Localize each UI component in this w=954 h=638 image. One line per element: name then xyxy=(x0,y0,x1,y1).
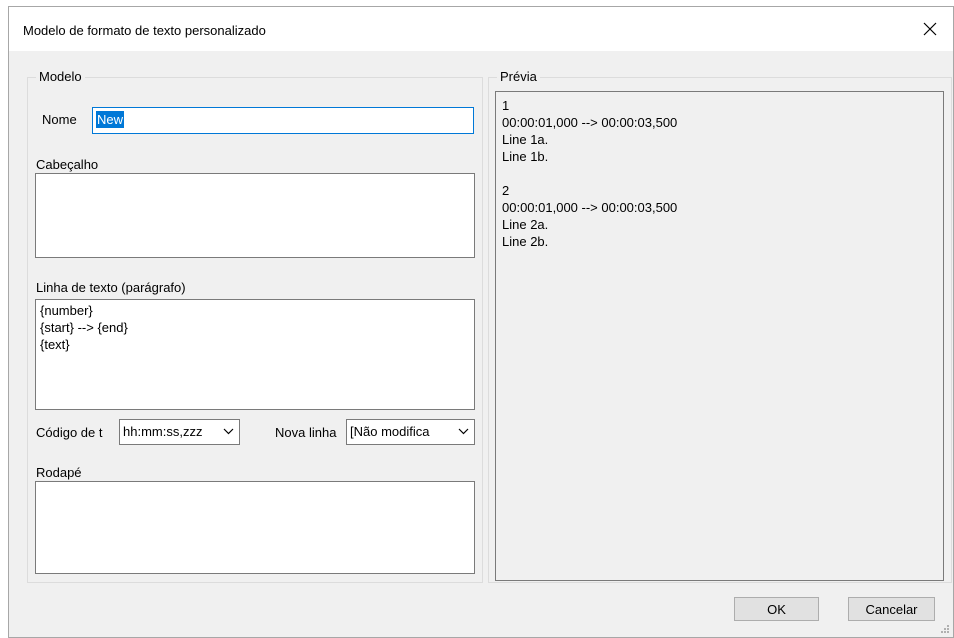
name-value: New xyxy=(96,111,125,128)
paragraph-textarea[interactable]: {number} {start} --> {end} {text} xyxy=(35,299,475,410)
title-bar: Modelo de formato de texto personalizado xyxy=(9,7,953,51)
preview-text: 1 00:00:01,000 --> 00:00:03,500 Line 1a.… xyxy=(495,91,944,581)
close-icon xyxy=(923,22,937,36)
timecode-select-value: hh:mm:ss,zzz xyxy=(123,424,203,439)
footer-textarea[interactable] xyxy=(35,481,475,574)
newline-label: Nova linha xyxy=(275,425,337,440)
paragraph-label: Linha de texto (parágrafo) xyxy=(36,280,186,295)
header-label: Cabeçalho xyxy=(36,157,99,172)
newline-select-value: [Não modifica xyxy=(350,424,430,439)
timecode-select[interactable]: hh:mm:ss,zzz xyxy=(119,419,240,445)
custom-text-format-dialog: Modelo de formato de texto personalizado… xyxy=(8,6,954,638)
timecode-label: Código de t xyxy=(36,425,103,440)
footer-label: Rodapé xyxy=(36,465,82,480)
chevron-down-icon xyxy=(223,428,234,435)
newline-select[interactable]: [Não modifica xyxy=(346,419,475,445)
preview-group-label: Prévia xyxy=(497,69,540,84)
dialog-title: Modelo de formato de texto personalizado xyxy=(23,23,266,38)
cancel-button[interactable]: Cancelar xyxy=(848,597,935,621)
header-textarea[interactable] xyxy=(35,173,475,258)
chevron-down-icon xyxy=(458,428,469,435)
cancel-button-label: Cancelar xyxy=(865,601,918,617)
close-button[interactable] xyxy=(907,7,953,51)
modelo-group-label: Modelo xyxy=(36,69,85,84)
ok-button-label: OK xyxy=(767,601,786,617)
name-field[interactable]: New xyxy=(92,107,474,134)
ok-button[interactable]: OK xyxy=(734,597,819,621)
resize-grip-icon[interactable] xyxy=(940,624,950,634)
name-label: Nome xyxy=(42,112,77,127)
